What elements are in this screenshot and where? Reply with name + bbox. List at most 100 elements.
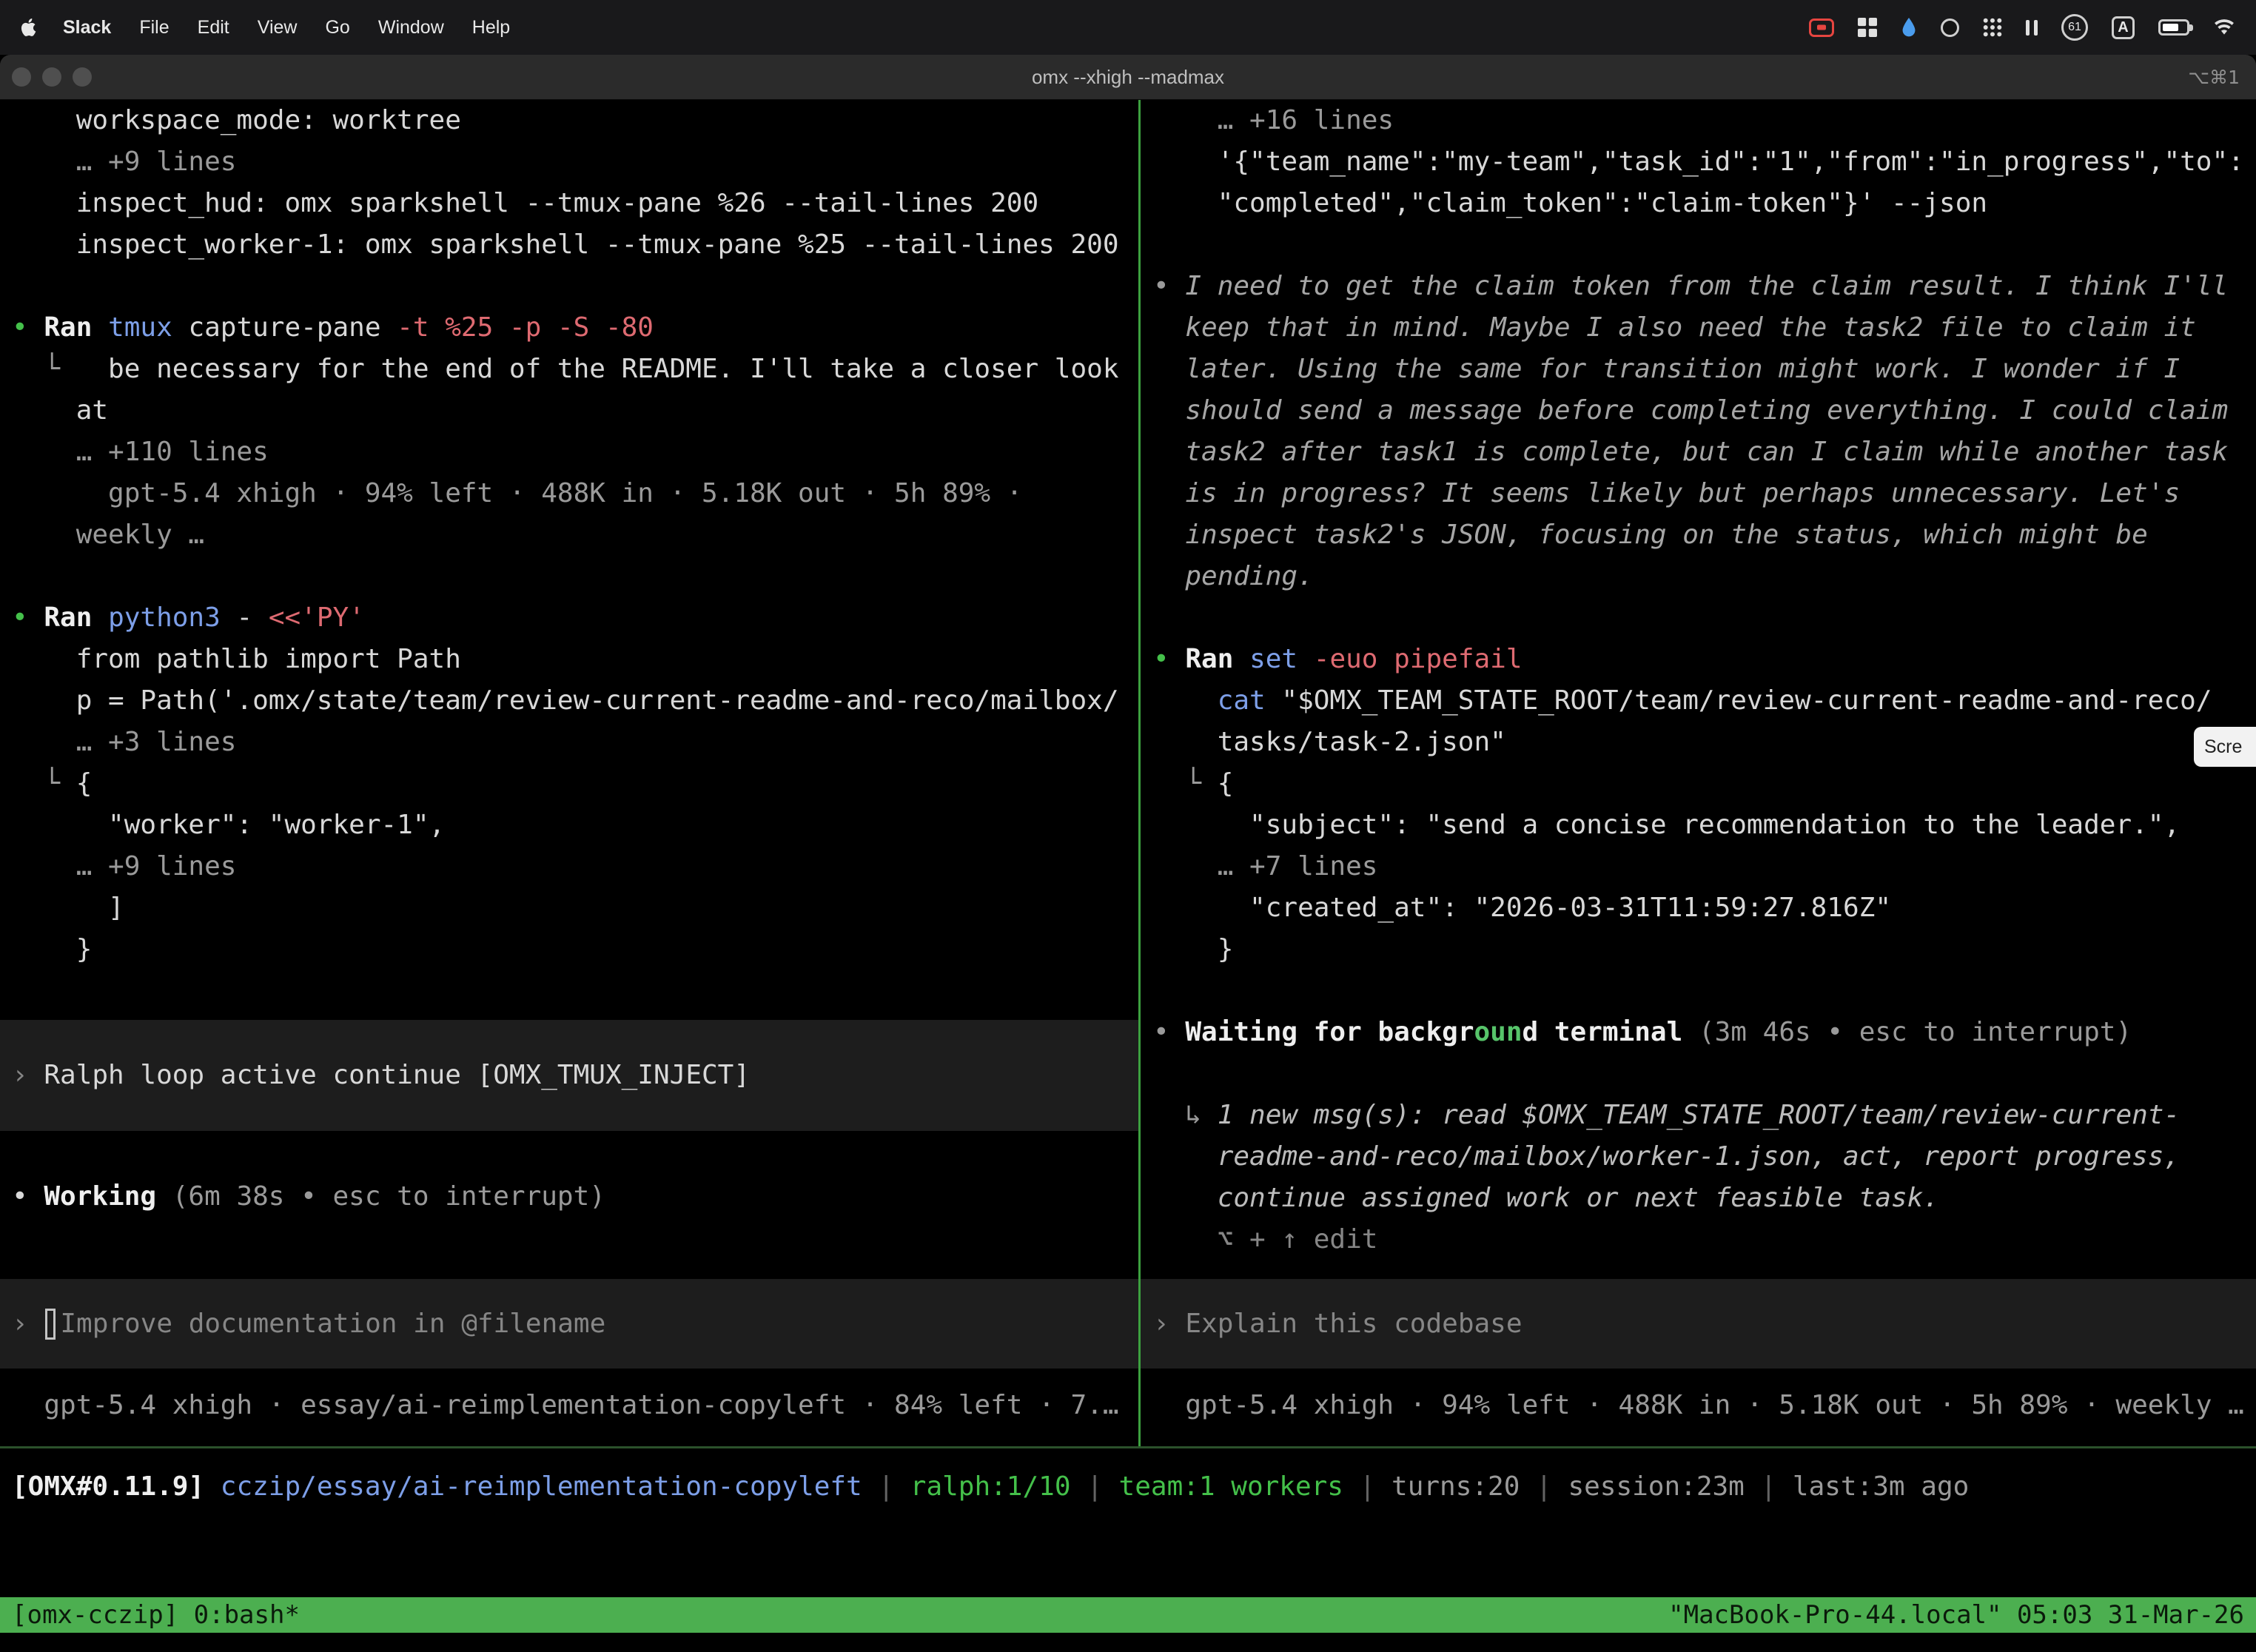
terminal-line: "created_at": "2026-03-31T11:59:27.816Z" xyxy=(1141,887,2256,929)
menu-edit[interactable]: Edit xyxy=(184,17,244,38)
ralph-loop-banner[interactable]: › Ralph loop active continue [OMX_TMUX_I… xyxy=(0,1020,1138,1131)
thinking-line: should send a message before completing … xyxy=(1141,390,2256,432)
minimize-button[interactable] xyxy=(42,67,61,87)
thinking-line: later. Using the same for transition mig… xyxy=(1141,349,2256,390)
terminal-line: └ { xyxy=(0,763,1138,805)
tmux-status-bar: [omx-cczip] 0:bash* "MacBook-Pro-44.loca… xyxy=(0,1597,2256,1633)
status-segment: session:23m xyxy=(1568,1471,1744,1502)
thinking-line: task2 after task1 is complete, but can I… xyxy=(1141,432,2256,473)
terminal-spacer xyxy=(1141,1369,2256,1385)
thinking-line: keep that in mind. Maybe I also need the… xyxy=(1141,307,2256,349)
menu-window[interactable]: Window xyxy=(364,17,458,38)
edit-hint: ⌥ + ↑ edit xyxy=(1141,1219,2256,1260)
traffic-lights xyxy=(12,67,92,87)
battery-percent-text: 61 xyxy=(2068,21,2081,34)
menu-view[interactable]: View xyxy=(244,17,312,38)
terminal-line: weekly … xyxy=(0,514,1138,556)
screen-share-tooltip-text: Scre xyxy=(2204,736,2242,758)
right-pane[interactable]: … +16 lines '{"team_name":"my-team","tas… xyxy=(1141,100,2256,1446)
window-shortcut-hint: ⌥⌘1 xyxy=(2188,67,2256,88)
drop-icon[interactable] xyxy=(1901,18,1917,38)
terminal-line: └ be necessary for the end of the README… xyxy=(0,349,1138,390)
screen-recording-indicator-icon[interactable] xyxy=(1809,19,1834,37)
prompt-input[interactable]: › Improve documentation in @filename xyxy=(0,1279,1138,1369)
status-segment xyxy=(204,1471,221,1502)
tmux-window-label[interactable]: [omx-cczip] 0:bash* xyxy=(12,1600,300,1630)
battery-icon[interactable] xyxy=(2158,19,2189,36)
left-pane[interactable]: workspace_mode: worktree … +9 lines insp… xyxy=(0,100,1138,1446)
battery-level xyxy=(2163,24,2178,31)
tmux-host-time: "MacBook-Pro-44.local" 05:03 31-Mar-26 xyxy=(1668,1600,2244,1630)
status-segment: team:1 workers xyxy=(1119,1471,1343,1502)
battery-percent-badge[interactable]: 61 xyxy=(2061,14,2088,41)
terminal-spacer xyxy=(1141,1260,2256,1279)
menubar: SlackFileEditViewGoWindowHelp 61 A xyxy=(0,0,2256,55)
terminal-spacer xyxy=(0,1131,1138,1176)
terminal-line: from pathlib import Path xyxy=(0,639,1138,680)
status-segment: | xyxy=(1071,1471,1119,1502)
status-segment: [OMX#0.11.9] xyxy=(12,1471,204,1502)
terminal-line: "worker": "worker-1", xyxy=(0,805,1138,846)
terminal-spacer xyxy=(0,556,1138,597)
status-segment: | xyxy=(1745,1471,1793,1502)
model-footer: gpt-5.4 xhigh · 94% left · 488K in · 5.1… xyxy=(1141,1385,2256,1426)
menu-go[interactable]: Go xyxy=(311,17,363,38)
screen-share-tooltip: Scre xyxy=(2194,727,2256,767)
terminal-spacer xyxy=(0,1218,1138,1279)
window-titlebar: omx --xhigh --madmax ⌥⌘1 xyxy=(0,55,2256,100)
menubar-status-icons: 61 A xyxy=(1809,14,2243,41)
thinking-line: pending. xyxy=(1141,556,2256,597)
prompt-input[interactable]: › Explain this codebase xyxy=(1141,1279,2256,1369)
thinking-line: is in progress? It seems likely but perh… xyxy=(1141,473,2256,514)
model-footer: gpt-5.4 xhigh · essay/ai-reimplementatio… xyxy=(0,1385,1138,1426)
terminal-line: p = Path('.omx/state/team/review-current… xyxy=(0,680,1138,722)
thinking-line: inspect task2's JSON, focusing on the st… xyxy=(1141,514,2256,556)
zoom-button[interactable] xyxy=(73,67,92,87)
status-segment: turns:20 xyxy=(1391,1471,1520,1502)
terminal-line: … +110 lines xyxy=(0,432,1138,473)
terminal-line: gpt-5.4 xhigh · 94% left · 488K in · 5.1… xyxy=(0,473,1138,514)
terminal-line: … +9 lines xyxy=(0,141,1138,183)
terminal-line: tasks/task-2.json" xyxy=(1141,722,2256,763)
status-segment: | xyxy=(1343,1471,1391,1502)
window-title: omx --xhigh --madmax xyxy=(0,66,2256,89)
menubar-menus: SlackFileEditViewGoWindowHelp xyxy=(49,17,524,38)
terminal-line: at xyxy=(0,390,1138,432)
input-source-icon[interactable]: A xyxy=(2112,16,2135,39)
menu-file[interactable]: File xyxy=(125,17,183,38)
dots-grid-icon[interactable] xyxy=(1983,18,2002,37)
terminal-line: "completed","claim_token":"claim-token"}… xyxy=(1141,183,2256,224)
terminal-line: cat "$OMX_TEAM_STATE_ROOT/team/review-cu… xyxy=(1141,680,2256,722)
command-line: • Ran set -euo pipefail xyxy=(1141,639,2256,680)
terminal-spacer xyxy=(1141,597,2256,639)
window-grid-icon[interactable] xyxy=(1858,18,1877,37)
mailbox-message: readme-and-reco/mailbox/worker-1.json, a… xyxy=(1141,1136,2256,1178)
terminal-spacer xyxy=(1141,224,2256,266)
clock-app-icon[interactable] xyxy=(1941,19,1959,37)
terminal-line: } xyxy=(1141,929,2256,970)
terminal-spacer xyxy=(1141,970,2256,1012)
terminal-line: … +3 lines xyxy=(0,722,1138,763)
terminal-line: '{"team_name":"my-team","task_id":"1","f… xyxy=(1141,141,2256,183)
terminal-line: } xyxy=(0,929,1138,970)
terminal-line: … +7 lines xyxy=(1141,846,2256,887)
terminal-line: … +16 lines xyxy=(1141,100,2256,141)
wifi-icon[interactable] xyxy=(2213,19,2235,36)
apple-menu-icon[interactable] xyxy=(21,16,38,38)
close-button[interactable] xyxy=(12,67,31,87)
terminal-spacer xyxy=(0,266,1138,307)
command-line: • Ran tmux capture-pane -t %25 -p -S -80 xyxy=(0,307,1138,349)
waiting-status-line: • Waiting for background terminal (3m 46… xyxy=(1141,1012,2256,1053)
mailbox-message: ↳ 1 new msg(s): read $OMX_TEAM_STATE_ROO… xyxy=(1141,1095,2256,1136)
menu-slack[interactable]: Slack xyxy=(49,17,125,38)
input-source-letter: A xyxy=(2118,19,2128,36)
stats-bars-icon[interactable] xyxy=(2026,20,2038,36)
omx-status-line: [OMX#0.11.9] cczip/essay/ai-reimplementa… xyxy=(0,1466,2256,1508)
status-segment: last:3m ago xyxy=(1793,1471,1969,1502)
terminal-line: workspace_mode: worktree xyxy=(0,100,1138,141)
menu-help[interactable]: Help xyxy=(458,17,524,38)
terminal-spacer xyxy=(0,970,1138,1020)
mailbox-message: continue assigned work or next feasible … xyxy=(1141,1178,2256,1219)
command-line: • Ran python3 - <<'PY' xyxy=(0,597,1138,639)
pane-border-horizontal xyxy=(0,1446,2256,1448)
